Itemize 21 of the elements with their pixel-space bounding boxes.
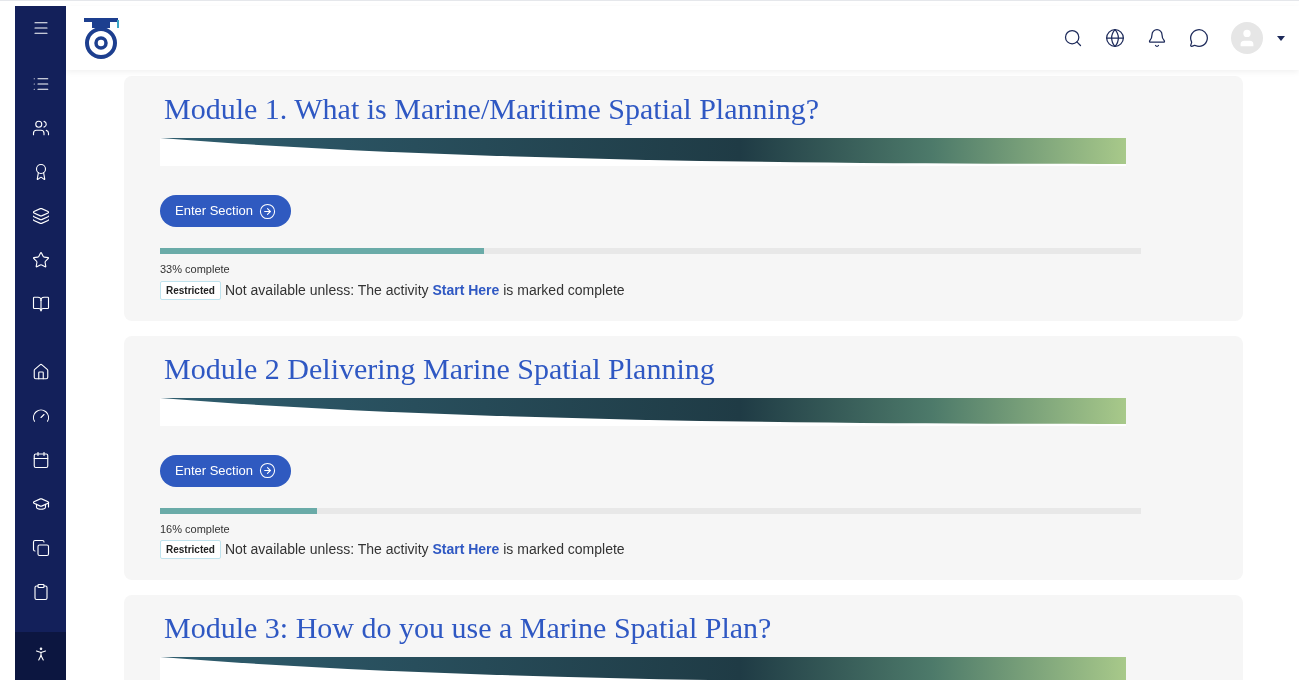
restricted-badge: Restricted: [160, 540, 221, 559]
progress-label: 33% complete: [160, 262, 231, 277]
enter-section-button[interactable]: Enter Section: [160, 454, 292, 487]
search-icon[interactable]: [1063, 28, 1083, 48]
globe-icon[interactable]: [1105, 28, 1125, 48]
module-title[interactable]: Module 2 Delivering Marine Spatial Planning: [160, 351, 1133, 386]
caret-icon: [1277, 35, 1285, 41]
restricted-badge: Restricted: [160, 280, 221, 300]
restriction-text: Not available unless: The activity Start Here is marked complete: [224, 540, 625, 559]
enter-section-button[interactable]: Enter Section: [160, 195, 292, 227]
chat-icon[interactable]: [1189, 28, 1209, 48]
start-here-link[interactable]: Start Here: [432, 281, 500, 298]
avatar-icon: [1231, 22, 1263, 54]
module-title[interactable]: Module 1. What is Marine/Maritime Spatial Planning?: [160, 92, 1133, 126]
start-here-link[interactable]: Start Here: [432, 541, 500, 557]
restriction-text: Not available unless: The activity Start Here is marked complete: [224, 280, 625, 300]
progress-label: 16% complete: [160, 521, 231, 537]
module-title[interactable]: Module 3: How do you use a Marine Spatial Plan?: [160, 611, 1133, 645]
arrow-circle-icon: [259, 202, 277, 220]
bell-icon[interactable]: [1147, 28, 1167, 48]
arrow-circle-icon: [259, 462, 277, 479]
